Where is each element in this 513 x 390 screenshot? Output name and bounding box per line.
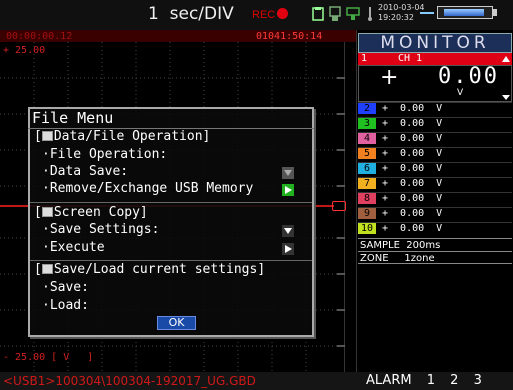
graph-tick-marks — [337, 77, 345, 347]
scale-lower-limit: - 25.00 [ V ] — [3, 352, 94, 363]
channel-row[interactable]: 6 + 0.00 V — [358, 162, 512, 174]
channel-value: + 0.00 V — [382, 163, 443, 174]
section-screen-copy: [Screen Copy] — [34, 205, 148, 220]
channel-row[interactable]: 5 + 0.00 V — [358, 147, 512, 159]
screen-icon — [41, 207, 53, 217]
ch1-unit: V — [457, 88, 464, 98]
rec-indicator: REC — [252, 8, 289, 21]
execute-arrow-icon[interactable] — [282, 243, 294, 255]
channel-value: + 0.00 V — [382, 133, 443, 144]
battery-level — [444, 9, 484, 16]
rec-label: REC — [252, 9, 276, 21]
alarm-label: ALARM — [366, 373, 412, 388]
scale-upper-limit: + 25.00 — [3, 45, 46, 56]
record-dot-icon — [277, 8, 289, 19]
channel-number: 7 — [358, 178, 376, 189]
elapsed-time: 01041:50:14 — [256, 31, 323, 42]
channel-number: 4 — [358, 133, 376, 144]
channel-number: 6 — [358, 163, 376, 174]
channel-value: + 0.00 V — [382, 118, 443, 129]
menu-item-file-operation[interactable]: ·File Operation: — [42, 147, 167, 162]
alarm-1: 1 — [426, 373, 435, 388]
menu-item-load[interactable]: ·Load: — [42, 298, 89, 313]
channel-row[interactable]: 8 + 0.00 V — [358, 192, 512, 204]
channel-row[interactable]: 10 + 0.00 V — [358, 222, 512, 234]
menu-item-save-settings[interactable]: ·Save Settings: — [42, 222, 159, 237]
channel-row[interactable]: 7 + 0.00 V — [358, 177, 512, 189]
channel-value: + 0.00 V — [382, 193, 443, 204]
ch1-position-marker[interactable] — [332, 201, 346, 211]
channel-value: + 0.00 V — [382, 208, 443, 219]
ch1-name: CH 1 — [398, 53, 423, 64]
battery-icon — [437, 6, 493, 19]
scroll-down-icon[interactable] — [502, 95, 510, 100]
channel-value: + 0.00 V — [382, 178, 443, 189]
trigger-time: 00:00:00.12 — [6, 31, 73, 42]
lan-icon — [346, 7, 360, 20]
channel-value: + 0.00 V — [382, 103, 443, 114]
channel-number: 8 — [358, 193, 376, 204]
ok-button[interactable]: OK — [157, 316, 196, 330]
alarm-bar: ALARM 1 2 3 4 — [360, 372, 513, 390]
channel-number: 10 — [358, 223, 376, 234]
section-divider — [30, 260, 312, 261]
ch1-sign: + — [380, 65, 399, 90]
remove-usb-arrow-icon[interactable] — [282, 184, 294, 196]
key-lock-icon — [368, 7, 372, 21]
menu-item-execute[interactable]: ·Execute — [42, 240, 105, 255]
settings-file-icon — [41, 264, 53, 274]
menu-item-remove-usb[interactable]: ·Remove/Exchange USB Memory — [42, 181, 253, 196]
date: 2010-03-04 — [378, 3, 425, 12]
section-save-load-settings: [Save/Load current settings] — [34, 262, 266, 277]
save-settings-arrow-icon[interactable] — [282, 225, 294, 237]
ch1-number: 1 — [361, 53, 368, 64]
section-divider — [30, 202, 312, 203]
data-save-arrow-icon[interactable] — [282, 167, 294, 179]
zone-setting: ZONE 1zone — [358, 251, 512, 264]
menu-item-save[interactable]: ·Save: — [42, 280, 89, 295]
channel-row[interactable]: 9 + 0.00 V — [358, 207, 512, 219]
timebase-display[interactable]: 1 sec/DIV — [148, 4, 234, 24]
channel-value: + 0.00 V — [382, 148, 443, 159]
scroll-up-icon[interactable] — [502, 56, 510, 62]
file-path: <USB1>100304\100304-192017_UG.GBD — [0, 372, 360, 390]
channel-row[interactable]: 2 + 0.00 V — [358, 102, 512, 114]
battery-terminal — [493, 9, 497, 16]
power-line — [420, 12, 434, 14]
memory-card-icon — [312, 7, 324, 21]
channel-number: 5 — [358, 148, 376, 159]
channel-number: 3 — [358, 118, 376, 129]
file-menu-title: File Menu — [32, 109, 114, 127]
alarm-3: 3 — [473, 373, 482, 388]
sample-interval: SAMPLE 200ms — [358, 238, 512, 251]
ch1-value: 0.00 — [438, 64, 499, 89]
time: 19:20:32 — [378, 13, 414, 22]
channel-value: + 0.00 V — [382, 223, 443, 234]
date-time: 2010-03-04 19:20:32 — [378, 3, 425, 23]
alarm-2: 2 — [450, 373, 459, 388]
channel-row[interactable]: 3 + 0.00 V — [358, 117, 512, 129]
monitor-title: MONITOR — [358, 33, 512, 53]
section-data-file-operation: [Data/File Operation] — [34, 129, 211, 144]
channel-row[interactable]: 4 + 0.00 V — [358, 132, 512, 144]
channel-number: 9 — [358, 208, 376, 219]
channel-number: 2 — [358, 103, 376, 114]
folder-icon — [41, 131, 53, 141]
menu-item-data-save[interactable]: ·Data Save: — [42, 164, 128, 179]
usb-drive-icon — [329, 6, 341, 21]
